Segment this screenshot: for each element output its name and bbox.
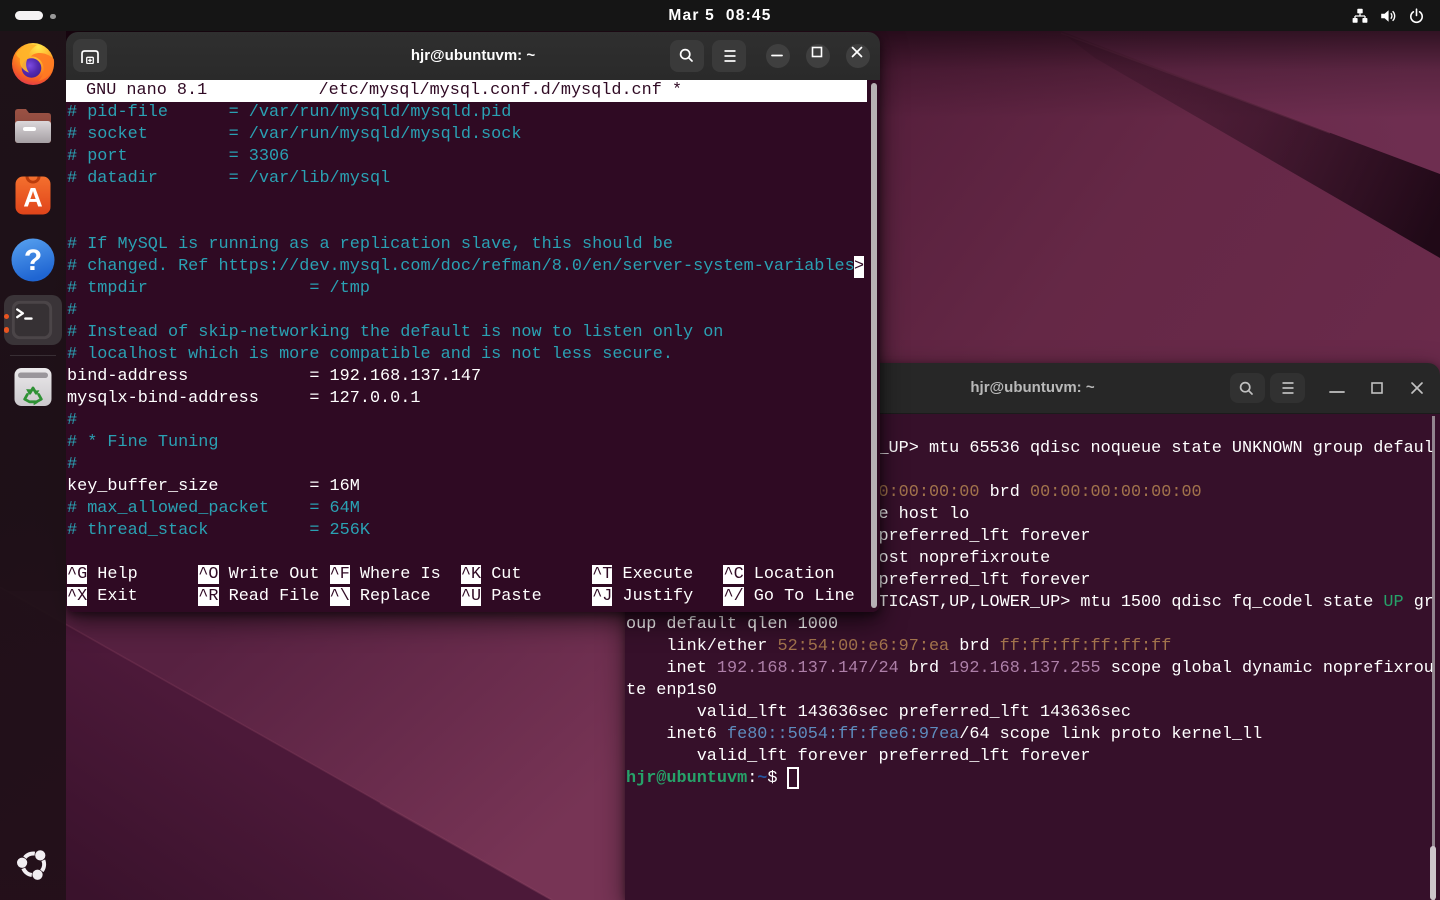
svg-text:A: A	[23, 183, 43, 213]
svg-text:?: ?	[24, 244, 42, 277]
